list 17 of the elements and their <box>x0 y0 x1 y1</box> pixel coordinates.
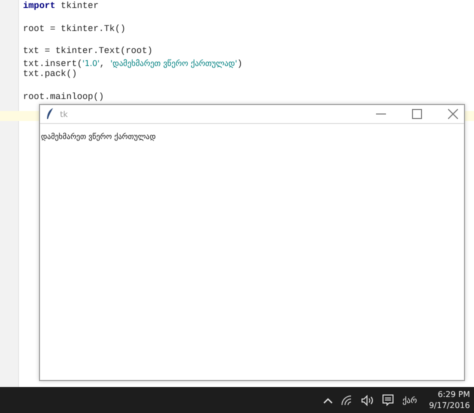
maximize-icon[interactable] <box>412 109 422 119</box>
chevron-up-icon[interactable] <box>323 396 334 404</box>
code-line: import tkinter <box>23 1 100 12</box>
window-title: tk <box>60 110 68 118</box>
close-icon[interactable] <box>448 109 458 119</box>
notification-icon[interactable] <box>382 394 394 406</box>
code-line: txt = tkinter.Text(root) <box>23 46 154 58</box>
language-indicator[interactable]: ქარ <box>402 396 417 404</box>
code-line: root.mainloop() <box>23 92 106 103</box>
code-line: txt.pack() <box>23 69 78 80</box>
clock-time[interactable]: 6:29 PM <box>438 389 470 400</box>
code-line: txt.insert('1.0', 'დამეხმარეთ ვწერო ქართულად') <box>23 58 244 69</box>
clock-date[interactable]: 9/17/2016 <box>428 400 470 411</box>
feather-icon <box>46 108 54 120</box>
speaker-icon[interactable] <box>361 394 374 406</box>
wifi-icon[interactable] <box>341 394 354 406</box>
code-line: root = tkinter.Tk() <box>23 24 127 35</box>
